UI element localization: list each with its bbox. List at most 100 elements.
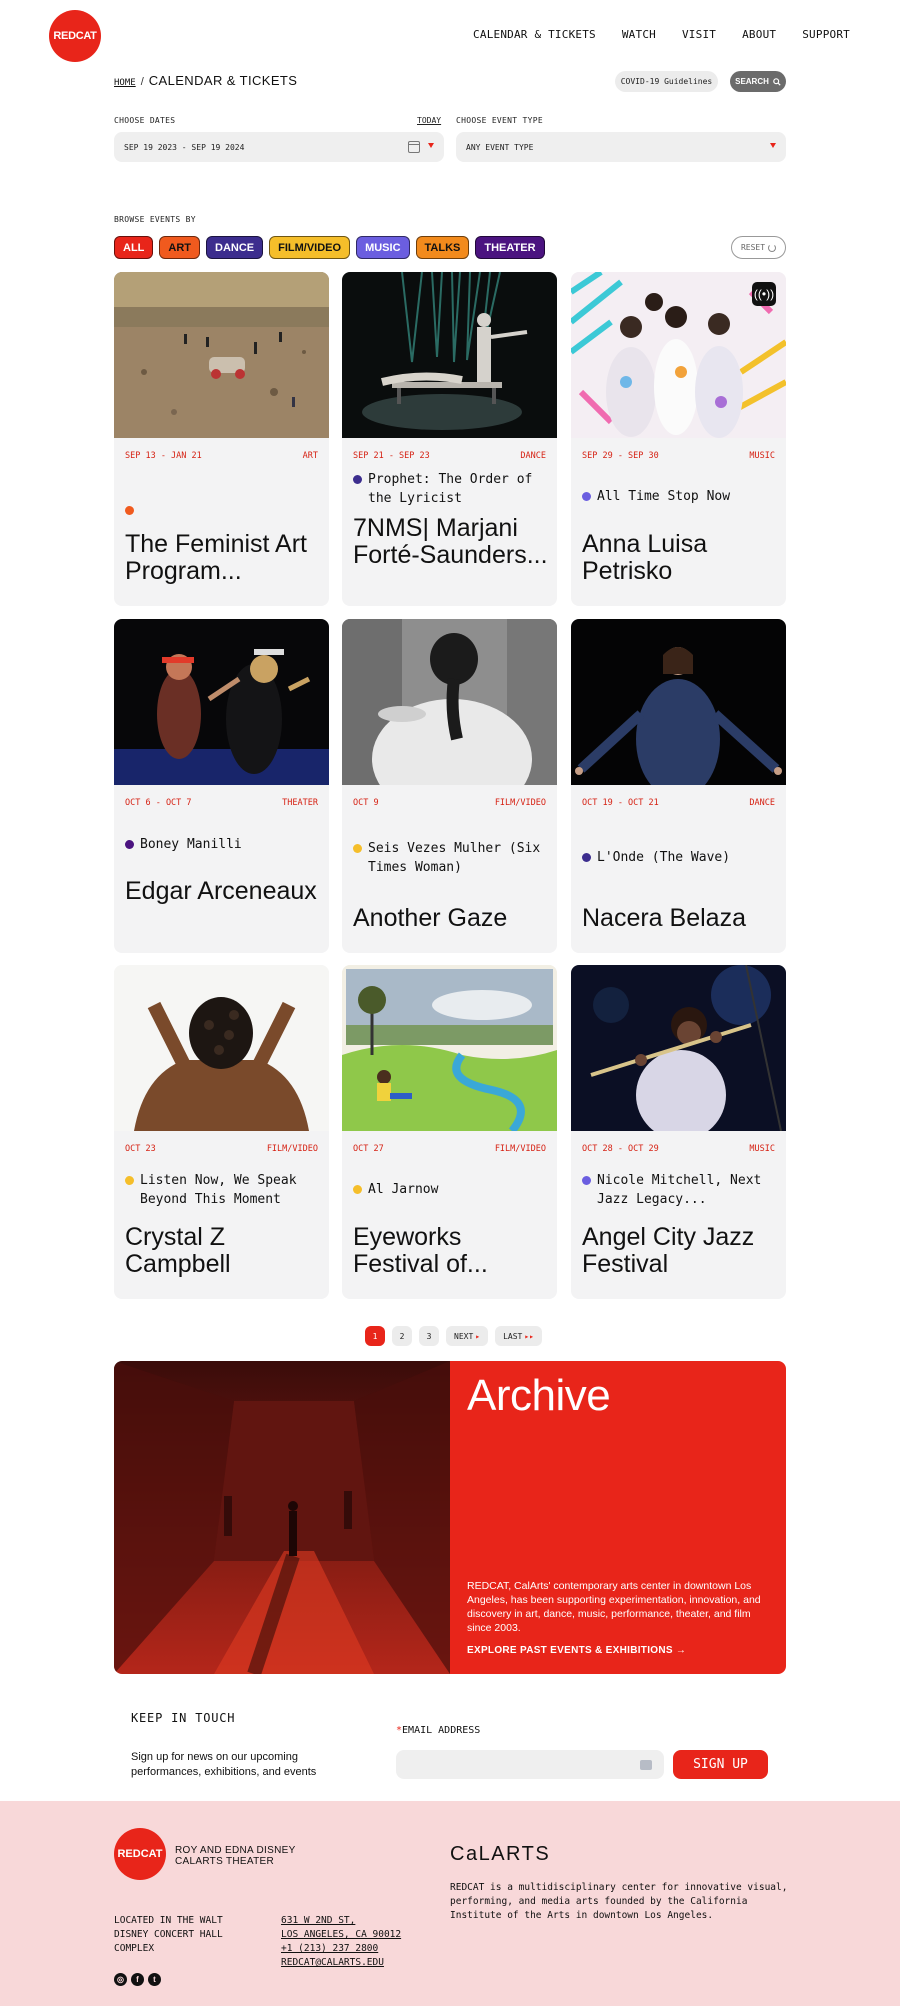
event-dates: SEP 21 - SEP 23 xyxy=(353,451,430,461)
address-line1[interactable]: 631 W 2ND ST, xyxy=(281,1914,401,1928)
calendar-icon xyxy=(408,141,420,153)
redcat-logo[interactable]: REDCAT xyxy=(49,10,101,62)
event-dates: SEP 13 - JAN 21 xyxy=(125,451,202,461)
nav-visit[interactable]: VISIT xyxy=(682,28,716,41)
filter-chip-talks[interactable]: TALKS xyxy=(415,236,470,259)
page-2-button[interactable]: 2 xyxy=(392,1326,412,1346)
event-image xyxy=(114,965,329,1131)
filter-chip-all[interactable]: ALL xyxy=(114,236,154,259)
nav-calendar-tickets[interactable]: CALENDAR & TICKETS xyxy=(473,28,596,41)
next-page-button[interactable]: NEXT ▸ xyxy=(446,1326,489,1346)
event-dates: SEP 29 - SEP 30 xyxy=(582,451,659,461)
event-title: Crystal Z Campbell xyxy=(125,1223,231,1278)
event-genre: MUSIC xyxy=(749,1144,775,1154)
nav-watch[interactable]: WATCH xyxy=(622,28,656,41)
footer: REDCAT ROY AND EDNA DISNEY CALARTS THEAT… xyxy=(0,1801,900,2006)
event-image xyxy=(342,619,557,785)
today-link[interactable]: TODAY xyxy=(417,116,441,125)
event-card[interactable]: OCT 28 - OCT 29 MUSIC Nicole Mitchell, N… xyxy=(571,965,786,1299)
event-card[interactable]: OCT 6 - OCT 7 THEATER Boney Manilli Edga… xyxy=(114,619,329,953)
event-type-select[interactable]: ANY EVENT TYPE xyxy=(456,132,786,162)
nav-about[interactable]: ABOUT xyxy=(742,28,776,41)
filter-chip-film-video[interactable]: FILM/VIDEO xyxy=(269,236,351,259)
event-card[interactable]: OCT 23 FILM/VIDEO Listen Now, We Speak B… xyxy=(114,965,329,1299)
explore-archive-link[interactable]: EXPLORE PAST EVENTS & EXHIBITIONS → xyxy=(467,1645,686,1656)
event-card[interactable]: OCT 27 FILM/VIDEO Al Jarnow Eyeworks Fes… xyxy=(342,965,557,1299)
address-line2[interactable]: LOS ANGELES, CA 90012 xyxy=(281,1928,401,1942)
filter-chip-art[interactable]: ART xyxy=(159,236,200,259)
event-genre: MUSIC xyxy=(749,451,775,461)
calarts-logo[interactable]: CaLARTS xyxy=(450,1843,550,1866)
covid-guidelines-button[interactable]: COVID-19 Guidelines xyxy=(615,71,718,92)
reset-label: RESET xyxy=(740,243,766,252)
category-dot xyxy=(353,1185,362,1194)
phone-link[interactable]: +1 (213) 237 2800 xyxy=(281,1942,401,1956)
event-subtitle xyxy=(125,501,318,515)
reset-icon xyxy=(768,243,777,252)
breadcrumb-separator: / xyxy=(140,76,144,88)
archive-image xyxy=(114,1361,450,1674)
page-3-button[interactable]: 3 xyxy=(419,1326,439,1346)
event-subtitle: Nicole Mitchell, Next Jazz Legacy... xyxy=(582,1171,775,1209)
category-dot xyxy=(582,492,591,501)
double-caret-right-icon: ▸▸ xyxy=(524,1331,534,1341)
event-card[interactable]: ((•)) SEP 29 - SEP 30 MUSIC All Time Sto… xyxy=(571,272,786,606)
event-subtitle-text: Al Jarnow xyxy=(368,1182,439,1197)
search-label: SEARCH xyxy=(735,77,769,86)
search-button[interactable]: SEARCH xyxy=(730,71,786,92)
event-title: Angel City Jazz Festival xyxy=(582,1223,755,1278)
facebook-icon[interactable]: f xyxy=(131,1973,144,1986)
pagination: 1 2 3 NEXT ▸ LAST ▸▸ xyxy=(365,1326,542,1346)
autofill-icon xyxy=(640,1760,652,1770)
date-range-value: SEP 19 2023 - SEP 19 2024 xyxy=(124,142,245,152)
breadcrumb: HOME / CALENDAR & TICKETS xyxy=(114,73,297,88)
category-dot xyxy=(125,506,134,515)
category-dot xyxy=(353,844,362,853)
footer-redcat-logo[interactable]: REDCAT xyxy=(114,1828,166,1880)
email-link[interactable]: REDCAT@CALARTS.EDU xyxy=(281,1956,401,1970)
event-image xyxy=(342,965,557,1131)
filter-chip-theater[interactable]: THEATER xyxy=(475,236,545,259)
event-genre: FILM/VIDEO xyxy=(494,798,546,808)
theater-name-line2: CALARTS THEATER xyxy=(175,1856,274,1867)
event-dates: OCT 19 - OCT 21 xyxy=(582,798,659,808)
caret-right-icon: ▸ xyxy=(475,1331,481,1341)
theater-name-line1: ROY AND EDNA DISNEY xyxy=(175,1845,296,1856)
nav-support[interactable]: SUPPORT xyxy=(802,28,850,41)
event-card[interactable]: OCT 19 - OCT 21 DANCE L'Onde (The Wave) … xyxy=(571,619,786,953)
event-subtitle-text: Boney Manilli xyxy=(140,837,242,852)
page-1-button[interactable]: 1 xyxy=(365,1326,385,1346)
event-subtitle-text: L'Onde (The Wave) xyxy=(597,850,731,865)
event-title: Anna Luisa Petrisko xyxy=(582,530,708,585)
event-dates: OCT 23 xyxy=(125,1144,156,1154)
twitter-icon[interactable]: t xyxy=(148,1973,161,1986)
event-image xyxy=(571,619,786,785)
last-label: LAST xyxy=(503,1331,523,1341)
event-title: Eyeworks Festival of... xyxy=(353,1223,488,1278)
instagram-icon[interactable]: ◎ xyxy=(114,1973,127,1986)
filter-chip-dance[interactable]: DANCE xyxy=(206,236,264,259)
archive-panel: Archive REDCAT, CalArts' contemporary ar… xyxy=(450,1361,786,1674)
event-card[interactable]: OCT 9 FILM/VIDEO Seis Vezes Mulher (Six … xyxy=(342,619,557,953)
event-dates: OCT 6 - OCT 7 xyxy=(125,798,192,808)
date-range-select[interactable]: SEP 19 2023 - SEP 19 2024 xyxy=(114,132,444,162)
email-field[interactable] xyxy=(396,1750,664,1779)
archive-banner[interactable]: Archive REDCAT, CalArts' contemporary ar… xyxy=(114,1361,786,1674)
reset-button[interactable]: RESET xyxy=(731,236,786,259)
category-filter: ALL ART DANCE FILM/VIDEO MUSIC TALKS THE… xyxy=(114,236,545,259)
last-page-button[interactable]: LAST ▸▸ xyxy=(495,1326,542,1346)
footer-location: LOCATED IN THE WALT DISNEY CONCERT HALL … xyxy=(114,1915,223,1954)
event-dates: OCT 27 xyxy=(353,1144,384,1154)
event-subtitle: Prophet: The Order of the Lyricist xyxy=(353,470,546,508)
breadcrumb-home[interactable]: HOME xyxy=(114,78,136,88)
event-card[interactable]: SEP 21 - SEP 23 DANCE Prophet: The Order… xyxy=(342,272,557,606)
event-card[interactable]: SEP 13 - JAN 21 ART The Feminist Art Pro… xyxy=(114,272,329,606)
next-label: NEXT xyxy=(454,1331,474,1341)
event-subtitle-text: Prophet: The Order of the Lyricist xyxy=(368,472,533,506)
newsletter-description: Sign up for news on our upcoming perform… xyxy=(131,1751,317,1778)
signup-button[interactable]: SIGN UP xyxy=(673,1750,768,1779)
filter-chip-music[interactable]: MUSIC xyxy=(356,236,410,259)
event-dates: OCT 28 - OCT 29 xyxy=(582,1144,659,1154)
event-image xyxy=(342,272,557,438)
event-type-label: CHOOSE EVENT TYPE xyxy=(456,116,543,125)
